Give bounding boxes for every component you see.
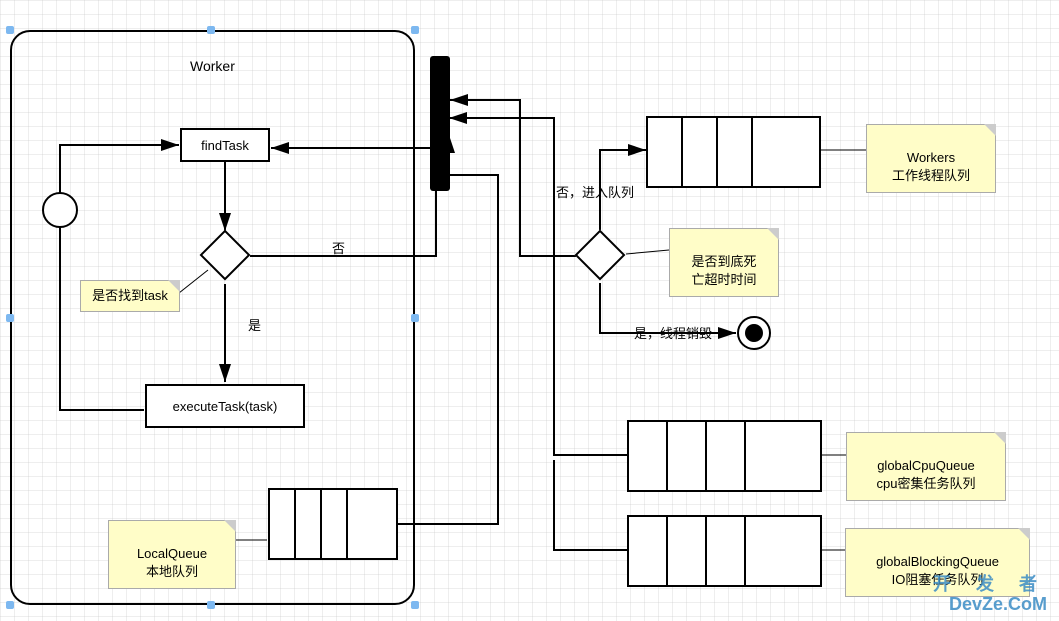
- resize-handle[interactable]: [411, 26, 419, 34]
- resize-handle[interactable]: [6, 26, 14, 34]
- workers-queue-note: Workers 工作线程队列: [866, 124, 996, 193]
- end-circle: [737, 316, 771, 350]
- branch-destroy-label: 是，线程销毁: [634, 323, 712, 342]
- fork-bar: [430, 56, 450, 191]
- cpu-queue: [627, 420, 822, 492]
- workers-queue-note-text: Workers 工作线程队列: [892, 150, 970, 183]
- execute-task-label: executeTask(task): [173, 399, 278, 414]
- local-queue: [268, 488, 398, 560]
- cpu-queue-note: globalCpuQueue cpu密集任务队列: [846, 432, 1006, 501]
- resize-handle[interactable]: [411, 601, 419, 609]
- blocking-queue: [627, 515, 822, 587]
- watermark-en: DevZe.CoM: [933, 595, 1047, 615]
- cpu-queue-note-text: globalCpuQueue cpu密集任务队列: [877, 458, 976, 491]
- workers-queue: [646, 116, 821, 188]
- decision-timeout: [575, 230, 626, 281]
- branch-enter-queue-label: 否，进入队列: [556, 182, 634, 201]
- resize-handle[interactable]: [207, 601, 215, 609]
- worker-title: Worker: [190, 58, 235, 74]
- decision-timeout-note-text: 是否到底死 亡超时时间: [691, 254, 756, 287]
- resize-handle[interactable]: [6, 601, 14, 609]
- execute-task-box: executeTask(task): [145, 384, 305, 428]
- loop-node: [42, 192, 78, 228]
- watermark: 开 发 者 DevZe.CoM: [933, 575, 1047, 615]
- resize-handle[interactable]: [6, 314, 14, 322]
- branch-yes-label: 是: [248, 315, 261, 334]
- find-task-box: findTask: [180, 128, 270, 162]
- watermark-zh: 开 发 者: [933, 575, 1047, 595]
- decision-found-task-note: 是否找到task: [80, 280, 180, 312]
- branch-no-label: 否: [332, 238, 345, 257]
- local-queue-note: LocalQueue 本地队列: [108, 520, 236, 589]
- resize-handle[interactable]: [411, 314, 419, 322]
- resize-handle[interactable]: [207, 26, 215, 34]
- decision-timeout-note: 是否到底死 亡超时时间: [669, 228, 779, 297]
- decision-found-task-note-text: 是否找到task: [92, 288, 168, 303]
- local-queue-note-text: LocalQueue 本地队列: [137, 546, 207, 579]
- find-task-label: findTask: [201, 138, 249, 153]
